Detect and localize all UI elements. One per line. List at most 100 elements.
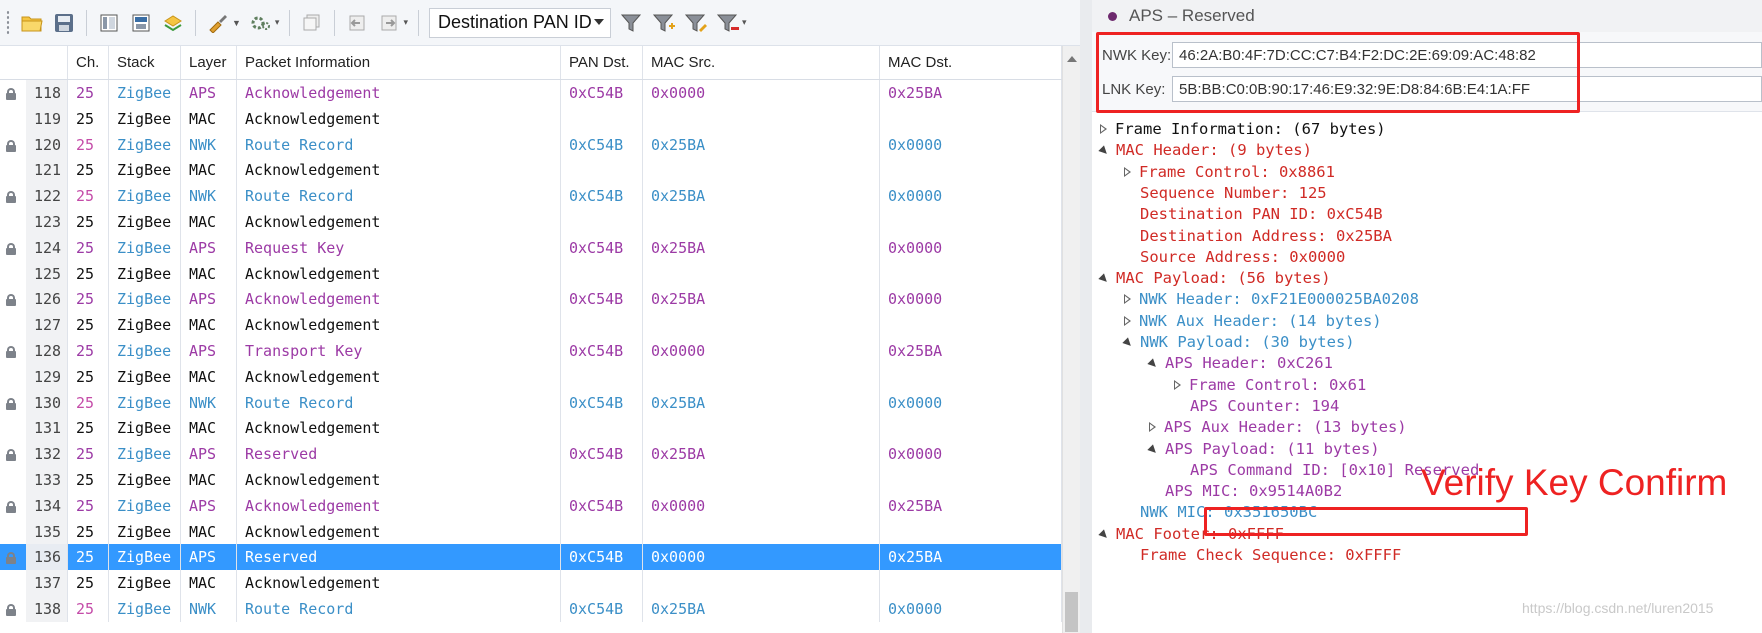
collapsed-triangle-icon[interactable] — [1124, 294, 1131, 305]
filter-field-select[interactable]: Destination PAN ID — [428, 7, 611, 38]
tree-node[interactable]: Frame Control: 0x8861 — [1124, 163, 1335, 185]
pane-splitter[interactable] — [1080, 0, 1092, 633]
tree-node[interactable]: Sequence Number: 125 — [1124, 184, 1327, 206]
tree-node[interactable]: APS Aux Header: (13 bytes) — [1149, 418, 1407, 440]
scrollbar-thumb[interactable] — [1065, 592, 1078, 632]
toolbar-grip[interactable] — [6, 9, 10, 36]
expanded-triangle-icon[interactable] — [1147, 358, 1159, 370]
back-icon[interactable] — [344, 10, 370, 36]
table-row[interactable]: 131 25 ZigBee MAC Acknowledgement — [0, 415, 1062, 442]
table-row[interactable]: 128 25 ZigBee APS Transport Key 0xC54B 0x0000 0… — [0, 337, 1062, 364]
tree-node[interactable]: Destination PAN ID: 0xC54B — [1124, 205, 1383, 227]
chevron-down-icon[interactable]: ▾ — [403, 17, 408, 28]
table-row[interactable]: 136 25 ZigBee APS Reserved 0xC54B 0x0000 0x25BA — [0, 544, 1062, 571]
collapsed-triangle-icon[interactable] — [1124, 166, 1131, 177]
filter-edit-icon[interactable] — [683, 10, 709, 36]
column-header-number[interactable] — [0, 46, 68, 79]
table-row[interactable]: 118 25 ZigBee APS Acknowledgement 0xC54B 0x000… — [0, 80, 1062, 106]
lock-cell — [0, 183, 26, 209]
gear-settings-icon[interactable] — [248, 10, 274, 36]
filter-field-value: Destination PAN ID — [437, 12, 592, 32]
chevron-down-icon[interactable] — [593, 18, 604, 25]
tree-node[interactable]: NWK Payload: (30 bytes) — [1122, 333, 1355, 355]
filter-add-icon[interactable] — [651, 10, 677, 36]
column-header-packet-information[interactable]: Packet Information — [237, 46, 561, 79]
mac-src-cell: 0x0000 — [643, 80, 880, 106]
tree-node[interactable]: NWK Header: 0xF21E000025BA0208 — [1124, 290, 1419, 312]
filter-remove-icon[interactable] — [715, 10, 741, 36]
table-row[interactable]: 138 25 ZigBee NWK Route Record 0xC54B 0x25BA 0x… — [0, 595, 1062, 622]
collapsed-triangle-icon[interactable] — [1149, 422, 1156, 433]
save-icon[interactable] — [51, 10, 77, 36]
table-row[interactable]: 134 25 ZigBee APS Acknowledgement 0xC54B 0x000… — [0, 492, 1062, 519]
stack-cell: ZigBee — [109, 131, 181, 158]
expanded-triangle-icon[interactable] — [1098, 529, 1110, 541]
filter-icon[interactable] — [619, 10, 645, 36]
forward-icon[interactable] — [376, 10, 402, 36]
column-header-pan-dst[interactable]: PAN Dst. — [561, 46, 643, 79]
column-header-mac-src[interactable]: MAC Src. — [643, 46, 880, 79]
table-row[interactable]: 125 25 ZigBee MAC Acknowledgement — [0, 260, 1062, 287]
chevron-down-icon[interactable]: ▾ — [742, 17, 747, 28]
chevron-down-icon[interactable]: ▾ — [275, 17, 280, 28]
column-header-layer[interactable]: Layer — [181, 46, 237, 79]
stack-cell: ZigBee — [109, 363, 181, 390]
table-row[interactable]: 127 25 ZigBee MAC Acknowledgement — [0, 312, 1062, 338]
table-row[interactable]: 135 25 ZigBee MAC Acknowledgement — [0, 518, 1062, 545]
packet-number-cell: 137 — [26, 570, 68, 596]
table-row[interactable]: 121 25 ZigBee MAC Acknowledgement — [0, 157, 1062, 184]
tree-node[interactable]: APS MIC: 0x9514A0B2 — [1149, 482, 1342, 504]
expanded-triangle-icon[interactable] — [1098, 273, 1110, 285]
tree-node[interactable]: MAC Header: (9 bytes) — [1098, 141, 1312, 163]
table-row[interactable]: 122 25 ZigBee NWK Route Record 0xC54B 0x25BA 0x… — [0, 183, 1062, 209]
table-row[interactable]: 132 25 ZigBee APS Reserved 0xC54B 0x25BA 0x0000 — [0, 441, 1062, 467]
export-icon[interactable] — [160, 10, 186, 36]
tree-node[interactable]: NWK Aux Header: (14 bytes) — [1124, 312, 1382, 334]
collapsed-triangle-icon[interactable] — [1174, 379, 1181, 390]
packet-info-cell: Acknowledgement — [237, 208, 561, 235]
table-row[interactable]: 120 25 ZigBee NWK Route Record 0xC54B 0x25BA 0x… — [0, 131, 1062, 158]
column-header-mac-dst[interactable]: MAC Dst. — [880, 46, 1062, 79]
column-header-stack[interactable]: Stack — [109, 46, 181, 79]
vertical-scrollbar[interactable] — [1062, 46, 1080, 633]
expanded-triangle-icon[interactable] — [1122, 337, 1134, 349]
open-folder-icon[interactable] — [19, 10, 45, 36]
tree-node[interactable]: Frame Check Sequence: 0xFFFF — [1124, 546, 1401, 568]
table-row[interactable]: 137 25 ZigBee MAC Acknowledgement — [0, 570, 1062, 596]
tree-node[interactable]: Frame Control: 0x61 — [1174, 376, 1366, 398]
tree-node[interactable]: Frame Information: (67 bytes) — [1100, 120, 1386, 142]
mac-src-cell — [643, 518, 880, 545]
packet-number-cell: 123 — [26, 208, 68, 235]
copy-icon[interactable] — [299, 10, 325, 36]
tree-node[interactable]: APS Header: 0xC261 — [1147, 354, 1333, 376]
tree-node[interactable]: APS Counter: 194 — [1174, 397, 1339, 419]
table-row[interactable]: 123 25 ZigBee MAC Acknowledgement — [0, 208, 1062, 235]
save-as-icon[interactable] — [128, 10, 154, 36]
table-row[interactable]: 126 25 ZigBee APS Acknowledgement 0xC54B 0x25B… — [0, 286, 1062, 313]
tree-node[interactable]: MAC Payload: (56 bytes) — [1098, 269, 1331, 291]
columns-icon[interactable] — [96, 10, 122, 36]
collapsed-triangle-icon[interactable] — [1124, 315, 1131, 326]
table-row[interactable]: 130 25 ZigBee NWK Route Record 0xC54B 0x25BA 0x… — [0, 389, 1062, 416]
expanded-triangle-icon[interactable] — [1147, 443, 1159, 456]
packet-number-cell: 129 — [26, 363, 68, 390]
table-row[interactable]: 124 25 ZigBee APS Request Key 0xC54B 0x25BA 0x0… — [0, 234, 1062, 261]
lock-cell — [0, 467, 26, 493]
pan-dst-cell: 0xC54B — [561, 544, 643, 571]
collapsed-triangle-icon[interactable] — [1100, 124, 1107, 134]
tree-node[interactable]: APS Payload: (11 bytes) — [1147, 440, 1380, 462]
layer-cell: MAC — [181, 208, 237, 235]
tree-node[interactable]: Source Address: 0x0000 — [1124, 248, 1345, 270]
expanded-triangle-icon[interactable] — [1098, 145, 1110, 157]
table-row[interactable]: 133 25 ZigBee MAC Acknowledgement — [0, 466, 1062, 493]
tree-node[interactable]: Destination Address: 0x25BA — [1124, 227, 1392, 249]
layer-cell: MAC — [181, 105, 237, 132]
chevron-down-icon[interactable]: ▼ — [232, 18, 241, 28]
pan-dst-cell: 0xC54B — [561, 80, 643, 106]
brush-icon[interactable] — [205, 10, 231, 36]
table-row[interactable]: 119 25 ZigBee MAC Acknowledgement — [0, 105, 1062, 132]
scroll-up-icon[interactable] — [1067, 56, 1077, 62]
channel-cell: 25 — [68, 80, 109, 106]
table-row[interactable]: 129 25 ZigBee MAC Acknowledgement — [0, 363, 1062, 390]
column-header-channel[interactable]: Ch. — [68, 46, 109, 79]
